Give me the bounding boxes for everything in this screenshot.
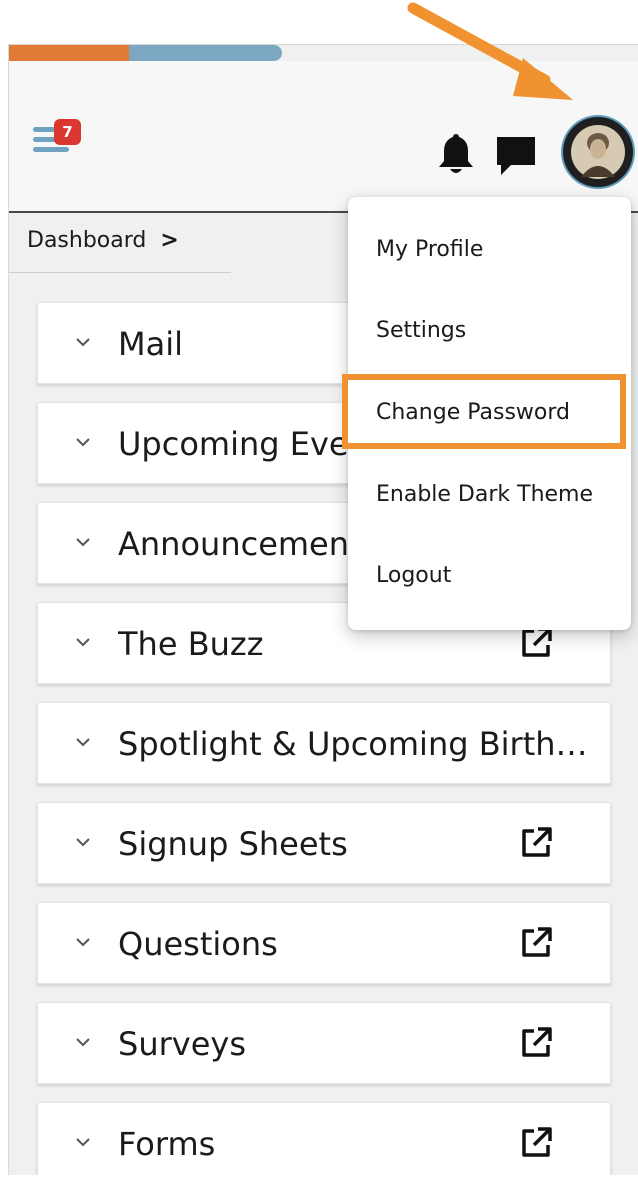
breadcrumb[interactable]: Dashboard > [27,228,179,253]
accordion-signup-sheets[interactable]: Signup Sheets [37,802,611,884]
progress-segment-remaining [129,45,282,61]
menu-item-my-profile[interactable]: My Profile [376,237,483,262]
avatar-photo [565,119,631,185]
accordion-title: The Buzz [118,625,264,663]
external-link-icon[interactable] [518,625,554,661]
menu-item-logout[interactable]: Logout [376,563,451,588]
bell-icon[interactable] [437,131,475,177]
breadcrumb-dashboard[interactable]: Dashboard [27,228,146,253]
notification-badge: 7 [54,119,81,145]
breadcrumb-divider [9,272,231,273]
menu-button[interactable]: 7 [27,113,89,165]
accordion-title: Signup Sheets [118,825,348,863]
chevron-down-icon [76,638,90,647]
chevron-down-icon [76,338,90,347]
external-link-icon[interactable] [518,1025,554,1061]
external-link-icon[interactable] [518,925,554,961]
chevron-down-icon [76,838,90,847]
chevron-down-icon [76,938,90,947]
accordion-title: Questions [118,925,278,963]
chevron-down-icon [76,1038,90,1047]
accordion-forms[interactable]: Forms [37,1102,611,1175]
progress-segment-complete [9,45,129,61]
external-link-icon[interactable] [518,825,554,861]
chevron-right-icon: > [160,228,179,253]
chevron-down-icon [76,1138,90,1147]
chevron-down-icon [76,438,90,447]
annotation-arrow-icon [407,2,573,100]
accordion-questions[interactable]: Questions [37,902,611,984]
chat-icon[interactable] [493,133,539,179]
external-link-icon[interactable] [518,1125,554,1161]
chevron-down-icon [76,538,90,547]
chevron-down-icon [76,738,90,747]
profile-dropdown-menu: My Profile Settings Change Password Enab… [348,197,631,630]
accordion-surveys[interactable]: Surveys [37,1002,611,1084]
menu-item-enable-dark-theme[interactable]: Enable Dark Theme [376,482,593,507]
accordion-title: Forms [118,1125,216,1163]
avatar[interactable] [563,117,633,187]
menu-item-settings[interactable]: Settings [376,318,466,343]
accordion-title: Surveys [118,1025,246,1063]
accordion-spotlight[interactable]: Spotlight & Upcoming Birthdays [37,702,611,784]
menu-item-change-password[interactable]: Change Password [376,400,570,425]
accordion-title: Spotlight & Upcoming Birthdays [118,725,588,763]
